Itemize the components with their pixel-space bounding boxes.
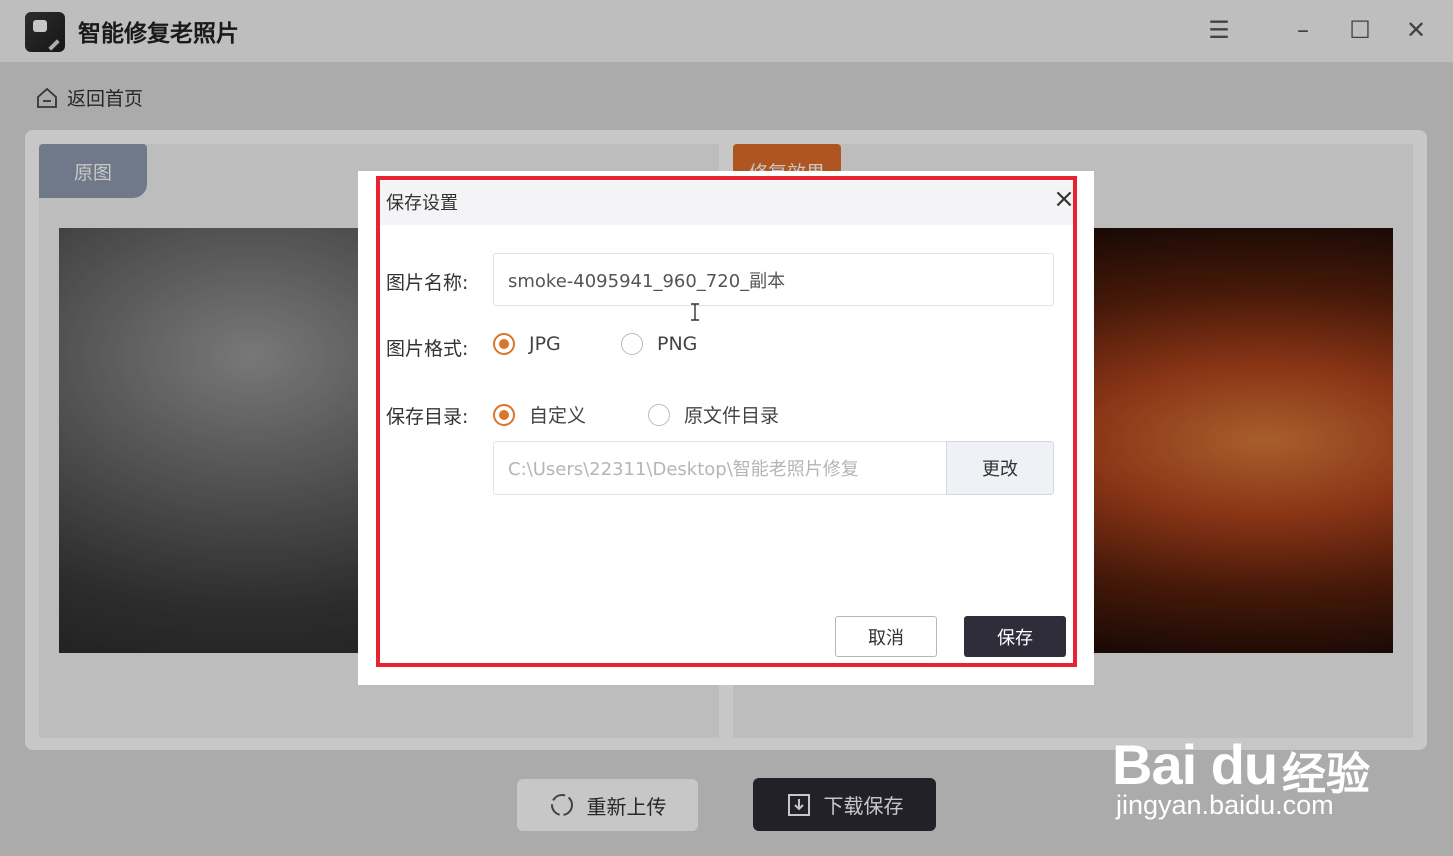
dir-radio-custom[interactable]: 自定义 <box>493 401 586 428</box>
dir-original-label: 原文件目录 <box>684 405 780 427</box>
change-dir-button[interactable]: 更改 <box>946 441 1054 495</box>
dir-radio-original[interactable]: 原文件目录 <box>648 401 779 428</box>
close-icon[interactable]: × <box>1052 186 1076 212</box>
baidu-watermark: Bai du 经验 jingyan.baidu.com <box>1112 700 1382 830</box>
image-name-input[interactable] <box>493 253 1054 306</box>
dialog-header <box>378 181 1074 225</box>
text-cursor-icon <box>691 303 699 321</box>
format-jpg-label: JPG <box>529 333 561 355</box>
radio-unchecked-icon <box>648 403 670 426</box>
format-png-label: PNG <box>657 333 698 355</box>
cancel-button[interactable]: 取消 <box>835 616 937 657</box>
dialog-title: 保存设置 <box>386 193 458 214</box>
format-radio-jpg[interactable]: JPG <box>493 333 561 355</box>
image-format-label: 图片格式: <box>386 338 469 360</box>
dir-custom-label: 自定义 <box>529 405 587 427</box>
watermark-url: jingyan.baidu.com <box>1116 790 1334 820</box>
radio-checked-icon <box>493 403 515 426</box>
radio-checked-icon <box>493 333 515 355</box>
radio-unchecked-icon <box>621 333 643 355</box>
save-dir-label: 保存目录: <box>386 406 469 428</box>
baidu-logo: Bai du <box>1112 733 1278 796</box>
save-path-field[interactable]: C:\Users\22311\Desktop\智能老照片修复 <box>493 441 947 495</box>
save-button[interactable]: 保存 <box>964 616 1066 657</box>
image-name-label: 图片名称: <box>386 272 469 294</box>
format-radio-png[interactable]: PNG <box>621 333 697 355</box>
